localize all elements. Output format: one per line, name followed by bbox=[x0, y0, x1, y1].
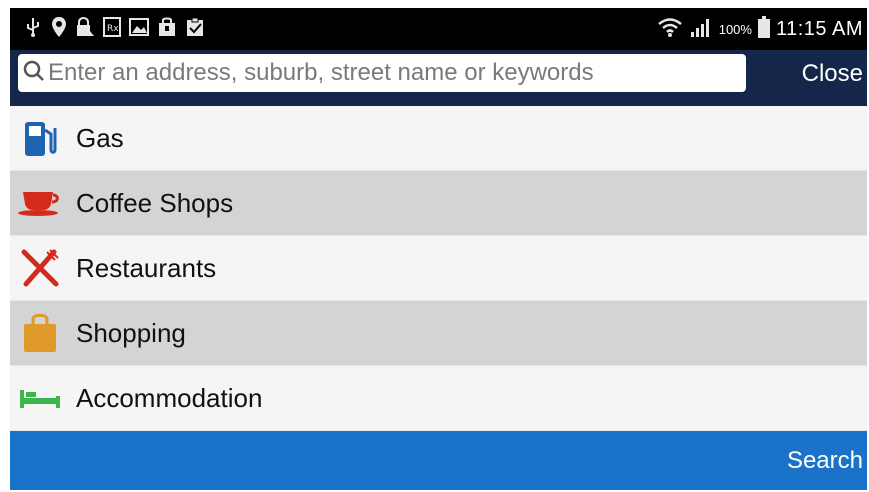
list-item-coffee-shops[interactable]: Coffee Shops bbox=[10, 171, 867, 236]
lock-icon bbox=[74, 16, 96, 38]
list-item-restaurants[interactable]: Restaurants bbox=[10, 236, 867, 301]
list-item-label: Coffee Shops bbox=[76, 187, 234, 218]
close-button[interactable]: Close bbox=[802, 60, 863, 88]
wifi-icon bbox=[657, 16, 683, 43]
search-box[interactable] bbox=[18, 54, 746, 92]
shopping-bag-icon bbox=[156, 16, 178, 38]
bed-icon bbox=[16, 376, 64, 420]
coffee-cup-icon bbox=[16, 181, 64, 225]
svg-text:Rx: Rx bbox=[107, 24, 119, 34]
list-item-label: Gas bbox=[76, 122, 124, 153]
list-item-label: Shopping bbox=[76, 317, 186, 348]
battery-percent: 100% bbox=[718, 21, 752, 37]
list-item-label: Accommodation bbox=[76, 382, 263, 413]
battery-icon bbox=[757, 15, 770, 43]
notification-icons: Rx bbox=[22, 16, 206, 38]
search-button[interactable]: Search bbox=[787, 447, 863, 475]
search-icon bbox=[18, 59, 46, 88]
category-list: Gas Coffee Shops Restaurants Shopping Ac bbox=[10, 106, 867, 431]
list-item-gas[interactable]: Gas bbox=[10, 106, 867, 171]
status-right: 100% 11:15 AM bbox=[657, 14, 863, 44]
signal-icon bbox=[689, 16, 713, 43]
image-icon bbox=[128, 16, 150, 38]
list-item-label: Restaurants bbox=[76, 252, 217, 283]
fork-knife-icon bbox=[16, 246, 64, 290]
shopping-bag-icon bbox=[16, 311, 64, 355]
list-item-accommodation[interactable]: Accommodation bbox=[10, 366, 867, 431]
clipboard-check-icon bbox=[184, 16, 206, 38]
rx-icon: Rx bbox=[102, 16, 122, 38]
status-bar: Rx 100% 11:15 AM bbox=[10, 8, 867, 50]
location-pin-icon bbox=[50, 16, 68, 38]
bottom-bar: Search bbox=[10, 431, 867, 490]
usb-icon bbox=[22, 16, 44, 38]
search-input[interactable] bbox=[46, 59, 738, 87]
gas-pump-icon bbox=[16, 116, 64, 160]
list-item-shopping[interactable]: Shopping bbox=[10, 301, 867, 366]
search-header: Close bbox=[10, 50, 867, 106]
clock: 11:15 AM bbox=[775, 17, 863, 40]
app-frame: Rx 100% 11:15 AM Enter an address, subur… bbox=[10, 8, 867, 490]
